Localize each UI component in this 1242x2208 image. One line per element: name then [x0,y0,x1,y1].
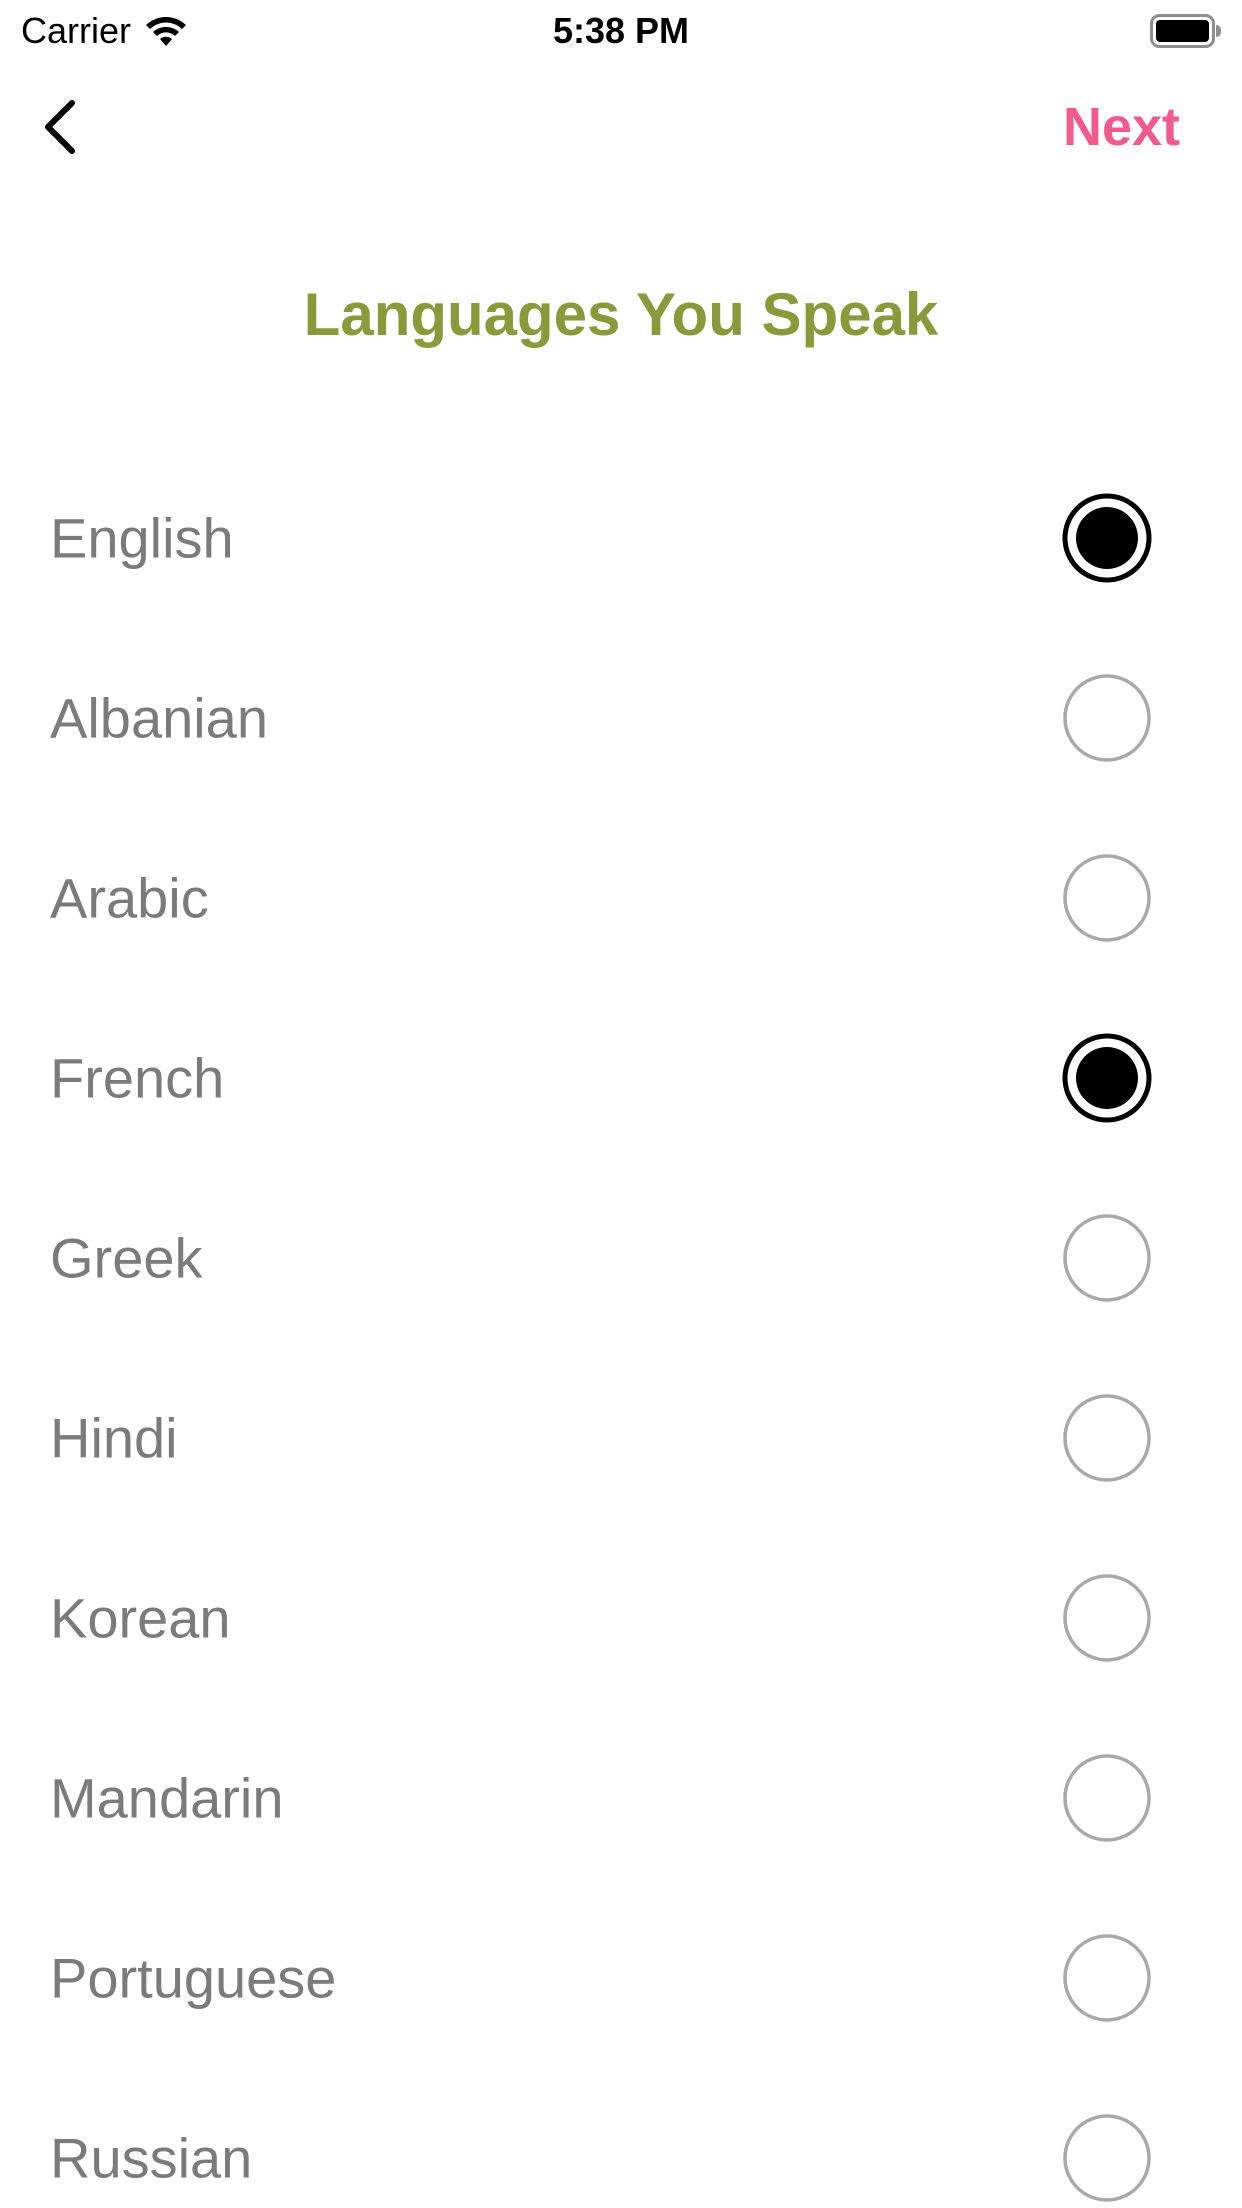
language-label: Mandarin [50,1766,284,1830]
language-label: Albanian [50,686,268,750]
language-row[interactable]: Russian [0,2068,1242,2208]
radio-unselected-icon[interactable] [1062,2113,1152,2203]
language-row[interactable]: Hindi [0,1348,1242,1528]
radio-unselected-icon[interactable] [1062,673,1152,763]
language-label: Korean [50,1586,231,1650]
language-label: Arabic [50,866,209,930]
language-label: Portuguese [50,1946,337,2010]
radio-unselected-icon[interactable] [1062,1573,1152,1663]
language-label: Hindi [50,1406,178,1470]
radio-unselected-icon[interactable] [1062,1213,1152,1303]
radio-unselected-icon[interactable] [1062,1753,1152,1843]
back-button[interactable] [30,92,90,162]
radio-unselected-icon[interactable] [1062,853,1152,943]
language-row[interactable]: Arabic [0,808,1242,988]
status-time: 5:38 PM [552,10,690,51]
language-row[interactable]: Greek [0,1168,1242,1348]
language-selection-screen: Carrier 5:38 PM Next Languages You Speak… [0,0,1242,2208]
language-label: English [50,506,234,570]
next-button[interactable]: Next [1063,92,1180,162]
chevron-left-icon [45,100,75,154]
language-row[interactable]: Albanian [0,628,1242,808]
radio-unselected-icon[interactable] [1062,1393,1152,1483]
page-title: Languages You Speak [303,281,939,348]
language-label: Russian [50,2126,253,2190]
language-row[interactable]: French [0,988,1242,1168]
language-row[interactable]: Portuguese [0,1888,1242,2068]
battery-icon [1150,14,1221,48]
radio-selected-icon[interactable] [1062,1033,1152,1123]
radio-selected-icon[interactable] [1062,493,1152,583]
language-row[interactable]: English [0,448,1242,628]
language-label: Greek [50,1226,203,1290]
language-row[interactable]: Mandarin [0,1708,1242,1888]
radio-unselected-icon[interactable] [1062,1933,1152,2023]
status-bar: Carrier 5:38 PM [0,0,1242,62]
language-row[interactable]: Korean [0,1528,1242,1708]
language-label: French [50,1046,225,1110]
